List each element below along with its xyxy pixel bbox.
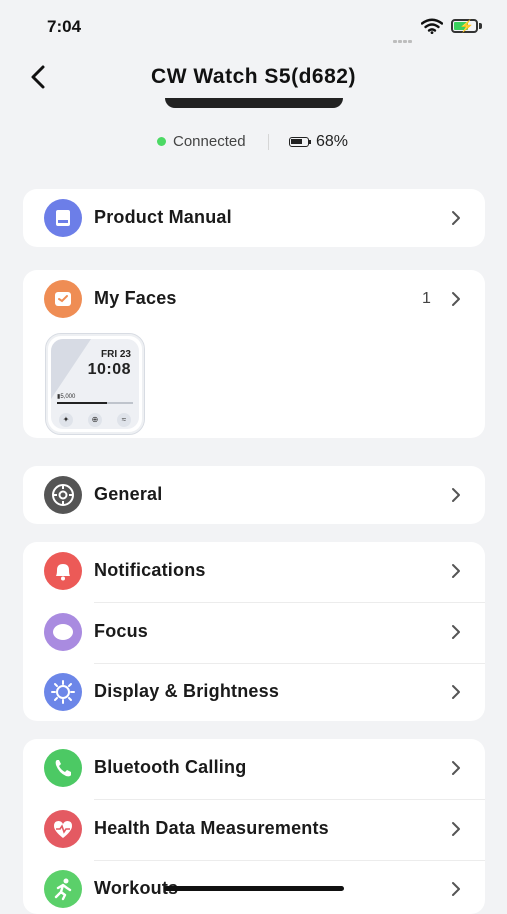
swim-complication-icon: ≈	[117, 413, 131, 427]
chevron-right-icon	[452, 211, 460, 225]
gear-icon	[44, 476, 82, 514]
product-manual-row[interactable]: Product Manual	[23, 189, 485, 247]
general-row[interactable]: General	[23, 466, 485, 524]
heart-rate-icon	[44, 810, 82, 848]
face-steps: ▮5,000	[57, 394, 76, 400]
display-settings-card: Notifications Focus Display & Brightness	[23, 542, 485, 721]
faces-count: 1	[422, 290, 431, 307]
battery-charging-icon: ⚡	[451, 19, 478, 33]
face-steps-value: 5,000	[60, 394, 76, 400]
product-manual-card: Product Manual	[23, 189, 485, 247]
book-icon	[44, 199, 82, 237]
divider	[268, 134, 269, 150]
bike-complication-icon: ⊕	[88, 413, 102, 427]
chevron-right-icon	[452, 685, 460, 699]
battery-tip	[479, 23, 482, 29]
bluetooth-calling-row[interactable]: Bluetooth Calling	[23, 739, 485, 797]
chevron-right-icon	[452, 882, 460, 896]
chevron-right-icon	[452, 625, 460, 639]
notifications-row[interactable]: Notifications	[23, 542, 485, 600]
chevron-right-icon	[452, 761, 460, 775]
health-data-label: Health Data Measurements	[94, 818, 329, 838]
signal-icon	[393, 30, 413, 48]
product-manual-label: Product Manual	[94, 207, 232, 227]
face-progress-bar	[57, 402, 133, 404]
running-icon	[44, 870, 82, 908]
nav-bar: CW Watch S5(d682)	[0, 52, 507, 102]
focus-row[interactable]: Focus	[23, 603, 485, 661]
general-card: General	[23, 466, 485, 524]
watch-face-thumbnail[interactable]: FRI 23 10:08 ▮5,000 ✦ ⊕ ≈	[45, 333, 145, 435]
display-brightness-label: Display & Brightness	[94, 681, 280, 701]
chevron-right-icon	[452, 488, 460, 502]
phone-icon	[44, 749, 82, 787]
focus-icon	[44, 613, 82, 651]
my-faces-row[interactable]: My Faces 1	[23, 270, 485, 328]
face-date: FRI 23	[100, 349, 131, 360]
connected-dot-icon	[157, 137, 166, 146]
health-data-row[interactable]: Health Data Measurements	[23, 800, 485, 858]
general-label: General	[94, 484, 163, 504]
watch-face-icon	[44, 280, 82, 318]
display-brightness-row[interactable]: Display & Brightness	[23, 663, 485, 721]
status-time: 7:04	[47, 17, 82, 36]
connection-status: Connected	[173, 133, 246, 150]
wifi-icon	[421, 18, 443, 34]
chevron-right-icon	[452, 292, 460, 306]
chevron-right-icon	[452, 822, 460, 836]
notifications-label: Notifications	[94, 560, 206, 580]
run-complication-icon: ✦	[59, 413, 73, 427]
chevron-right-icon	[452, 564, 460, 578]
watch-image	[165, 98, 343, 108]
home-indicator[interactable]	[164, 886, 344, 891]
device-status: Connected 68%	[0, 130, 507, 154]
bell-icon	[44, 552, 82, 590]
battery-percent: 68%	[316, 133, 349, 150]
watch-face-preview: FRI 23 10:08 ▮5,000 ✦ ⊕ ≈	[51, 339, 139, 429]
page-title: CW Watch S5(d682)	[151, 65, 356, 88]
focus-label: Focus	[94, 621, 149, 641]
sun-icon	[44, 673, 82, 711]
face-time: 10:08	[87, 361, 131, 378]
bluetooth-calling-label: Bluetooth Calling	[94, 757, 247, 777]
status-bar: 7:04 ⚡	[0, 0, 507, 52]
my-faces-card: My Faces 1 FRI 23 10:08 ▮5,000 ✦ ⊕ ≈	[23, 270, 485, 438]
my-faces-label: My Faces	[94, 288, 177, 308]
battery-icon	[289, 137, 309, 147]
